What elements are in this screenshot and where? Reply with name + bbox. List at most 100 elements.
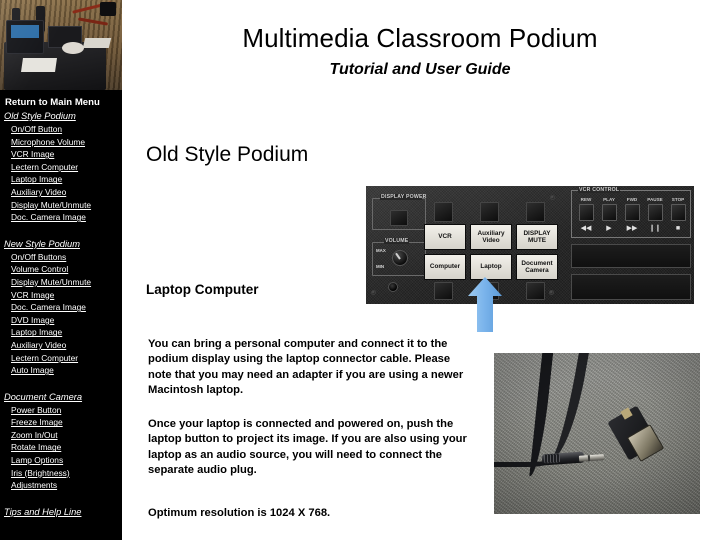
sidebar-item-display-mute-unmute-old[interactable]: Display Mute/Unmute	[0, 199, 122, 212]
volume-min-label: MIN	[376, 264, 385, 269]
sidebar-item-label: Microphone Volume	[11, 136, 86, 147]
source-button-auxiliary-video[interactable]: Auxiliary Video	[470, 224, 512, 250]
sidebar-item-zoom-in-out[interactable]: Zoom In/Out	[0, 429, 122, 442]
sidebar-item-laptop-image-new[interactable]: Laptop Image	[0, 326, 122, 339]
sidebar-item-label: Zoom In/Out	[11, 429, 58, 440]
vcr-button-rew[interactable]	[579, 204, 594, 221]
source-button-label: Auxiliary Video	[477, 229, 505, 244]
up-arrow-icon	[468, 277, 502, 332]
sidebar-item-label: VCR Image	[11, 149, 55, 160]
sidebar-item-doc-camera-image-new[interactable]: Doc. Camera Image	[0, 301, 122, 314]
indicator-button-vcr-top[interactable]	[434, 202, 453, 222]
sidebar-item-tips-and-help-line[interactable]: Tips and Help Line	[0, 505, 122, 519]
sidebar-item-label: Doc. Camera Image	[11, 302, 86, 313]
subsection-title: Laptop Computer	[146, 282, 259, 297]
vcr-button-play[interactable]	[602, 204, 617, 221]
sidebar-item-power-button[interactable]: Power Button	[0, 404, 122, 417]
sidebar-item-auxiliary-video-old[interactable]: Auxiliary Video	[0, 186, 122, 199]
sidebar-item-lamp-options[interactable]: Lamp Options	[0, 454, 122, 467]
sidebar-item-on-off-button[interactable]: On/Off Button	[0, 123, 122, 136]
sidebar-item-auto-image[interactable]: Auto Image	[0, 364, 122, 377]
sidebar-section-old-style-podium[interactable]: Old Style Podium	[0, 109, 122, 123]
sidebar-item-label: Return to Main Menu	[5, 97, 100, 108]
indicator-button-mute-top[interactable]	[526, 202, 545, 222]
sidebar-item-label: Adjustments	[11, 480, 58, 491]
sidebar-spacer-three	[0, 492, 122, 505]
page-subtitle: Tutorial and User Guide	[329, 61, 511, 78]
sidebar-spacer-two	[0, 377, 122, 390]
sidebar-item-auxiliary-video-new[interactable]: Auxiliary Video	[0, 339, 122, 352]
panel-slot-lower	[571, 274, 691, 300]
sidebar-section-document-camera[interactable]: Document Camera	[0, 390, 122, 404]
source-button-label: Document Camera	[521, 259, 553, 274]
sidebar-item-dvd-image[interactable]: DVD Image	[0, 314, 122, 327]
sidebar-link-list: Return to Main Menu Old Style Podium On/…	[0, 96, 122, 519]
sidebar-item-lectern-computer-new[interactable]: Lectern Computer	[0, 352, 122, 365]
indicator-button-doc-camera-bottom[interactable]	[526, 282, 545, 300]
panel-screw-bottom-left	[371, 290, 376, 295]
volume-max-label: MAX	[376, 248, 386, 253]
sidebar-item-vcr-image-new[interactable]: VCR Image	[0, 289, 122, 302]
sidebar-item-doc-camera-image-old[interactable]: Doc. Camera Image	[0, 211, 122, 224]
sidebar-item-on-off-buttons[interactable]: On/Off Buttons	[0, 251, 122, 264]
sidebar-item-label: Rotate Image	[11, 442, 62, 453]
sidebar-item-label: Laptop Image	[11, 327, 63, 338]
sidebar-item-label: Display Mute/Unmute	[11, 276, 92, 287]
podium-photo	[0, 0, 122, 90]
sidebar-item-label: Tips and Help Line	[4, 506, 82, 517]
sidebar-section-label: Old Style Podium	[4, 111, 76, 121]
source-button-computer[interactable]: Computer	[424, 254, 466, 280]
sidebar-item-label: Lamp Options	[11, 455, 64, 466]
section-title: Old Style Podium	[146, 143, 309, 166]
source-button-document-camera[interactable]: Document Camera	[516, 254, 558, 280]
source-button-vcr[interactable]: VCR	[424, 224, 466, 250]
sidebar-item-laptop-image-old[interactable]: Laptop Image	[0, 173, 122, 186]
panel-slot-upper	[571, 244, 691, 268]
laptop-connector-cable-photo	[494, 353, 700, 514]
vcr-pause-icon: ❙❙	[649, 225, 661, 232]
sidebar-item-label: Auto Image	[11, 365, 54, 376]
sidebar-item-label: On/Off Button	[11, 124, 63, 134]
vcr-rewind-icon: ◀◀	[580, 225, 592, 232]
sidebar-section-label: Document Camera	[4, 391, 83, 402]
indicator-button-aux-top[interactable]	[480, 202, 499, 222]
sidebar-item-return-to-main-menu[interactable]: Return to Main Menu	[0, 96, 122, 109]
sidebar-item-lectern-computer-old[interactable]: Lectern Computer	[0, 161, 122, 174]
sidebar-item-freeze-image[interactable]: Freeze Image	[0, 416, 122, 429]
sidebar-item-label: Auxiliary Video	[11, 186, 67, 197]
vcr-stop-icon: ■	[675, 225, 681, 232]
sidebar-item-label: Display Mute/Unmute	[11, 199, 92, 210]
page-title: Multimedia Classroom Podium	[242, 23, 598, 53]
sidebar-item-label: Freeze Image	[11, 417, 63, 428]
slide-page: Return to Main Menu Old Style Podium On/…	[0, 0, 720, 540]
source-button-label: Laptop	[480, 263, 502, 271]
up-arrow-callout	[468, 277, 502, 332]
sidebar-item-rotate-image[interactable]: Rotate Image	[0, 441, 122, 454]
sidebar-item-label: DVD Image	[11, 314, 55, 325]
sidebar-item-display-mute-unmute-new[interactable]: Display Mute/Unmute	[0, 276, 122, 289]
vcr-button-pause[interactable]	[648, 204, 663, 221]
body-paragraph-three: Optimum resolution is 1024 X 768.	[148, 507, 331, 519]
vcr-button-stop[interactable]	[671, 204, 686, 221]
vcr-control-group-label: VCR CONTROL	[578, 187, 621, 193]
body-paragraph-two: Once your laptop is connected and powere…	[148, 418, 467, 477]
volume-knob[interactable]	[392, 250, 408, 266]
source-button-label: Computer	[429, 263, 461, 271]
indicator-button-computer-bottom[interactable]	[434, 282, 453, 300]
panel-screw-top-right	[550, 195, 555, 200]
sidebar-item-vcr-image-old[interactable]: VCR Image	[0, 148, 122, 161]
sidebar-item-label: Lectern Computer	[11, 161, 79, 172]
sidebar-item-label: Lectern Computer	[11, 352, 79, 363]
sidebar-item-volume-control[interactable]: Volume Control	[0, 263, 122, 276]
sidebar-item-label: On/Off Buttons	[11, 251, 67, 262]
sidebar-item-adjustments[interactable]: Adjustments	[0, 479, 122, 492]
sidebar-item-iris-brightness[interactable]: Iris (Brightness)	[0, 467, 122, 480]
sidebar-item-label: Auxiliary Video	[11, 339, 67, 350]
body-paragraph-one: You can bring a personal computer and co…	[148, 338, 464, 397]
sidebar-section-label: New Style Podium	[4, 238, 80, 249]
display-power-button[interactable]	[390, 210, 408, 226]
sidebar-item-microphone-volume[interactable]: Microphone Volume	[0, 136, 122, 149]
source-button-display-mute[interactable]: DISPLAY MUTE	[516, 224, 558, 250]
sidebar-section-new-style-podium[interactable]: New Style Podium	[0, 237, 122, 251]
vcr-button-fwd[interactable]	[625, 204, 640, 221]
